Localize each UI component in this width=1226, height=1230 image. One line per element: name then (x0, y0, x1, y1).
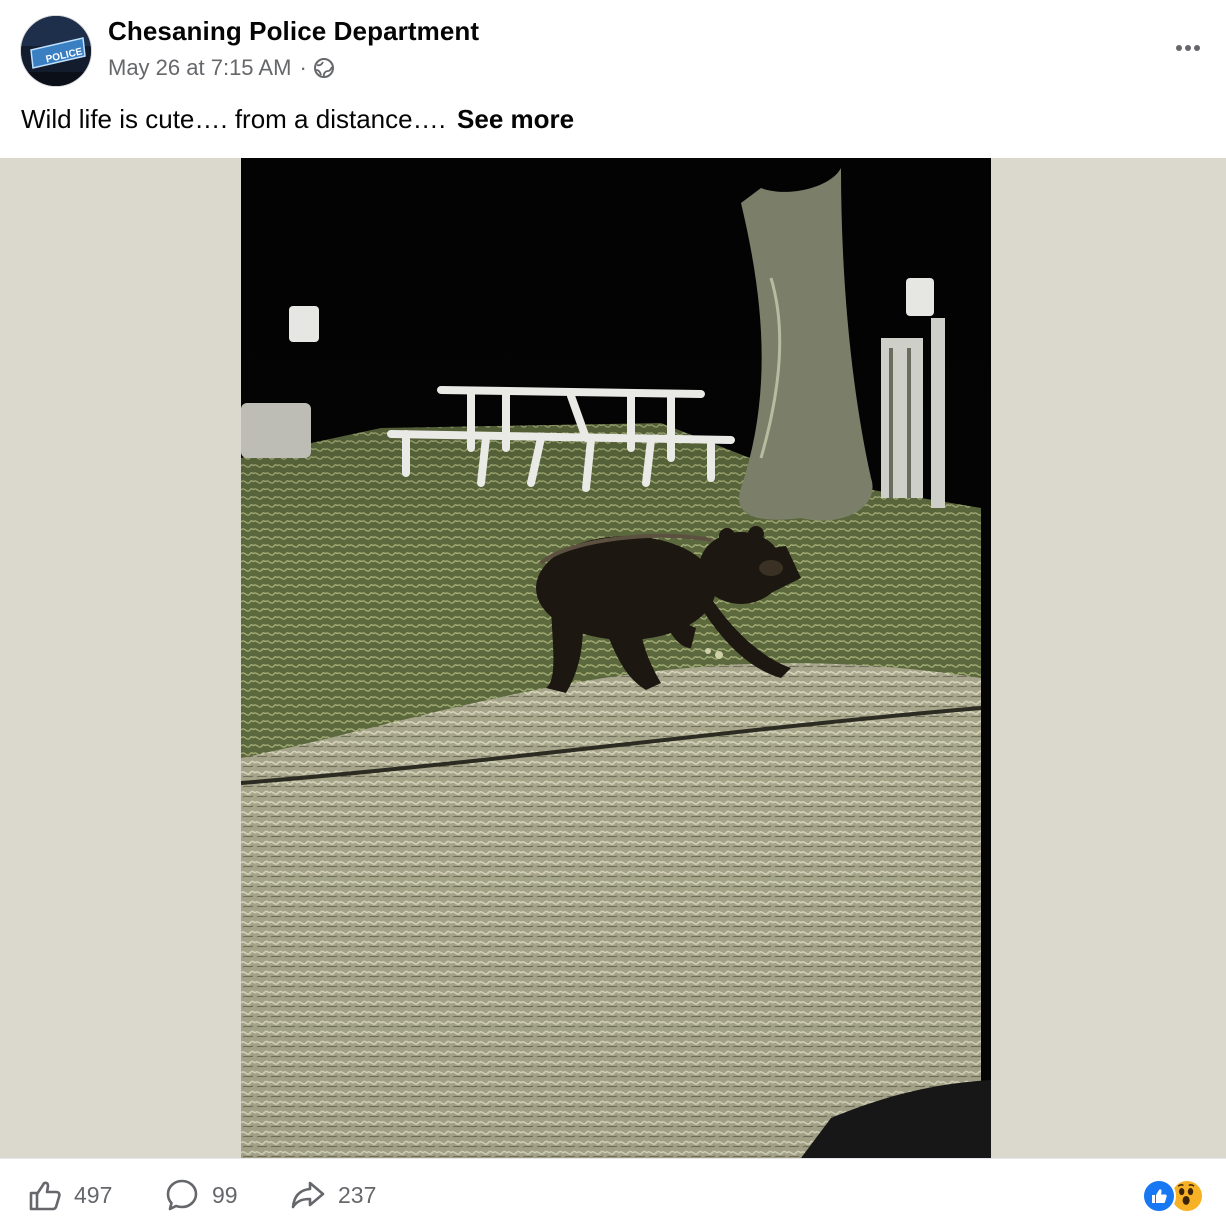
like-reaction-icon (1142, 1179, 1176, 1213)
like-button[interactable]: 497 (26, 1175, 112, 1215)
post-media[interactable] (0, 158, 1226, 1158)
globe-icon (313, 57, 335, 79)
meta-separator: · (299, 55, 307, 80)
police-badge-icon: POLICE (21, 16, 91, 86)
page-name[interactable]: Chesaning Police Department (108, 16, 479, 47)
share-button[interactable]: 237 (290, 1175, 376, 1215)
post-meta: May 26 at 7:15 AM · (108, 55, 335, 81)
thumbs-up-icon (29, 1181, 61, 1211)
post-header: POLICE Chesaning Police Department May 2… (0, 0, 1226, 92)
share-icon (291, 1181, 325, 1209)
more-options-icon[interactable] (1168, 28, 1208, 68)
share-count: 237 (338, 1181, 377, 1208)
post-timestamp[interactable]: May 26 at 7:15 AM (108, 55, 291, 81)
like-count: 497 (74, 1181, 113, 1208)
see-more-link[interactable]: See more (457, 104, 574, 134)
comment-count: 99 (212, 1181, 238, 1208)
post-caption: Wild life is cute…. from a distance…. Se… (21, 104, 574, 135)
reaction-summary[interactable] (1142, 1179, 1212, 1213)
comment-icon (166, 1179, 198, 1211)
bear-photo-image (241, 158, 991, 1158)
post-photo[interactable] (241, 158, 991, 1158)
caption-text: Wild life is cute…. from a distance…. (21, 104, 446, 134)
facebook-post: POLICE Chesaning Police Department May 2… (0, 0, 1226, 1230)
comment-button[interactable]: 99 (164, 1175, 238, 1215)
avatar[interactable]: POLICE (20, 15, 92, 87)
post-footer: 497 99 237 (0, 1158, 1226, 1230)
